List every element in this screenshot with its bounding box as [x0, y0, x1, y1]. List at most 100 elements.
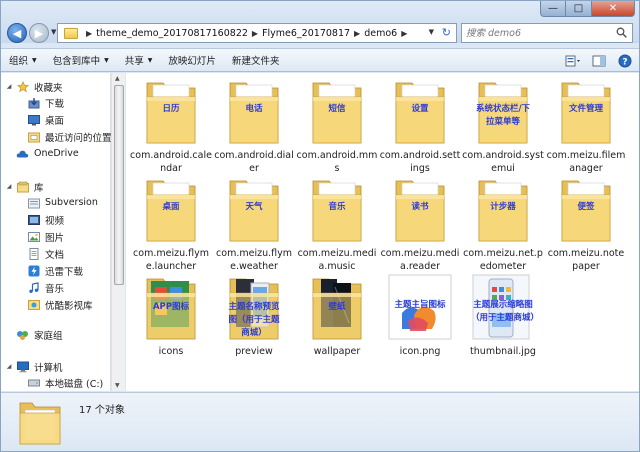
navigation-scrollbar[interactable]: ▲ ▼ — [111, 73, 125, 391]
minimize-button[interactable]: — — [540, 1, 566, 17]
sidebar-item-videos[interactable]: 视频 — [27, 212, 64, 227]
new-folder-button[interactable]: 新建文件夹 — [224, 48, 288, 72]
folder-item[interactable]: 电话 com.android.dialer — [214, 77, 294, 175]
sidebar-item-downloads[interactable]: 下载 — [27, 95, 64, 110]
scroll-up-icon[interactable]: ▲ — [115, 75, 120, 82]
sidebar-item-label: 文档 — [45, 249, 65, 261]
collapse-triangle-icon[interactable]: ◢ — [5, 363, 13, 370]
sidebar-item-onedrive[interactable]: OneDrive — [16, 146, 79, 161]
collapse-triangle-icon[interactable]: ◢ — [5, 183, 13, 190]
item-name: com.android.mms — [296, 150, 378, 174]
documents-icon — [27, 247, 40, 260]
sidebar-item-subversion[interactable]: Subversion — [27, 195, 98, 210]
back-button[interactable]: ◀ — [7, 23, 27, 43]
image-file-item[interactable]: 主题主旨图标 icon.png — [380, 273, 460, 358]
help-icon[interactable]: ? — [617, 54, 633, 68]
thumbnail-overlay-label: 读书 — [411, 202, 429, 212]
computer-icon — [16, 361, 29, 373]
sidebar-libraries[interactable]: ◢ 库 — [5, 179, 44, 194]
breadcrumb-demo6[interactable]: demo6 — [364, 28, 397, 39]
thumbnail-overlay-label: 便签 — [577, 202, 595, 212]
folder-item[interactable]: 桌面 com.meizu.flyme.launcher — [131, 175, 211, 273]
breadcrumb-flyme6[interactable]: Flyme6_20170817 — [262, 28, 350, 39]
folder-item[interactable]: 天气 com.meizu.flyme.weather — [214, 175, 294, 273]
sidebar-item-recent-places[interactable]: 最近访问的位置 — [27, 129, 112, 144]
folder-item[interactable]: 读书 com.meizu.media.reader — [380, 175, 460, 273]
breadcrumb-separator[interactable]: ▶ — [86, 29, 92, 38]
change-view-icon[interactable] — [565, 54, 581, 68]
preview-pane-icon[interactable] — [591, 54, 607, 68]
refresh-icon[interactable]: ↻ — [442, 26, 451, 39]
image-file-item[interactable]: 主题展示缩略图（用于主题商城） thumbnail.jpg — [463, 273, 543, 358]
sidebar-item-desktop[interactable]: 桌面 — [27, 112, 64, 127]
thumbnail-overlay-label: 文件管理 — [568, 104, 603, 114]
share-menu[interactable]: 共享 ▼ — [117, 48, 161, 72]
search-icon[interactable] — [616, 27, 627, 38]
thumbnail-overlay-label: 短信 — [328, 104, 346, 114]
folder-icon: 读书 — [392, 175, 448, 245]
item-name: com.meizu.filemanager — [546, 150, 626, 174]
folder-item[interactable]: APP图标 icons — [131, 273, 211, 358]
slideshow-button[interactable]: 放映幻灯片 — [160, 48, 224, 72]
thumbnail-overlay-label: 日历 — [162, 104, 180, 114]
forward-button[interactable]: ▶ — [29, 23, 49, 43]
item-name: preview — [235, 346, 273, 357]
sidebar-homegroup[interactable]: 家庭组 — [16, 327, 63, 342]
breadcrumb-theme-demo[interactable]: theme_demo_20170817160822 — [96, 28, 248, 39]
pictures-icon — [27, 231, 40, 243]
breadcrumb-separator[interactable]: ▶ — [354, 29, 360, 38]
folder-item[interactable]: 计步器 com.meizu.net.pedometer — [463, 175, 543, 273]
folder-item[interactable]: 文件管理 com.meizu.filemanager — [546, 77, 626, 175]
folder-item[interactable]: 壁纸 wallpaper — [297, 273, 377, 358]
folder-icon: 文件管理 — [558, 77, 614, 147]
window-controls: — □ ✕ — [540, 1, 635, 17]
folder-item[interactable]: 日历 com.android.calendar — [130, 77, 212, 175]
search-input[interactable] — [466, 27, 616, 39]
sidebar-item-pictures[interactable]: 图片 — [27, 229, 64, 244]
item-name: com.meizu.flyme.weather — [216, 248, 292, 272]
collapse-triangle-icon[interactable]: ◢ — [5, 83, 13, 90]
folder-icon: 音乐 — [309, 175, 365, 245]
address-bar[interactable]: ▶ theme_demo_20170817160822 ▶ Flyme6_201… — [57, 23, 457, 43]
folder-item[interactable]: 短信 com.android.mms — [297, 77, 377, 175]
include-in-library-menu[interactable]: 包含到库中 ▼ — [45, 48, 117, 72]
svg-text:?: ? — [622, 58, 627, 68]
folder-item[interactable]: 音乐 com.meizu.media.music — [297, 175, 377, 273]
folder-icon: 主题名称预览图（用于主题商城） — [226, 273, 282, 343]
sidebar-item-label: 计算机 — [34, 362, 63, 374]
sidebar-item-youku-library[interactable]: 优酷影视库 — [27, 297, 93, 312]
sidebar-item-label: 库 — [34, 182, 44, 194]
sidebar-item-thunder-downloads[interactable]: 迅雷下载 — [27, 263, 83, 278]
explorer-window: — □ ✕ ◀ ▶ ▼ ▶ theme_demo_20170817160822 … — [0, 0, 640, 452]
sidebar-item-label: 图片 — [45, 232, 65, 244]
item-name: wallpaper — [313, 346, 361, 357]
breadcrumb-separator[interactable]: ▶ — [401, 29, 407, 38]
search-box[interactable] — [461, 23, 633, 43]
include-in-library-label: 包含到库中 — [52, 56, 101, 67]
close-button[interactable]: ✕ — [592, 1, 635, 17]
maximize-button[interactable]: □ — [566, 1, 592, 17]
thumbnail-overlay-label: 计步器 — [490, 202, 516, 212]
organize-menu[interactable]: 组织 ▼ — [1, 48, 45, 72]
sidebar-item-local-disk-c[interactable]: 本地磁盘 (C:) — [27, 375, 103, 390]
recent-pages-dropdown[interactable]: ▼ — [51, 28, 56, 36]
scrollbar-thumb[interactable] — [114, 85, 124, 285]
sidebar-computer[interactable]: ◢ 计算机 — [5, 359, 63, 374]
sidebar-item-documents[interactable]: 文档 — [27, 246, 64, 261]
scroll-down-icon[interactable]: ▼ — [115, 382, 120, 389]
youku-icon — [27, 299, 40, 311]
folder-item[interactable]: 系统状态栏/下拉菜单等 com.android.systemui — [462, 77, 544, 175]
videos-icon — [27, 214, 40, 226]
sidebar-favorites[interactable]: ◢ 收藏夹 — [5, 79, 63, 94]
sidebar-item-music[interactable]: 音乐 — [27, 280, 64, 295]
folder-item[interactable]: 主题名称预览图（用于主题商城） preview — [214, 273, 294, 358]
thumbnail-overlay-label: 主题展示缩略图（用于主题商城） — [471, 300, 540, 323]
thumbnail-overlay-label: 桌面 — [162, 202, 180, 212]
breadcrumb-separator[interactable]: ▶ — [252, 29, 258, 38]
folder-item[interactable]: 便签 com.meizu.notepaper — [546, 175, 626, 273]
star-icon — [16, 80, 29, 93]
address-dropdown-button[interactable]: ▼ — [429, 28, 434, 36]
folder-item[interactable]: 设置 com.android.settings — [380, 77, 460, 175]
thumbnail-overlay-label: 主题名称预览图（用于主题商城） — [228, 302, 280, 338]
thumbnail-overlay-label: 音乐 — [328, 202, 346, 212]
